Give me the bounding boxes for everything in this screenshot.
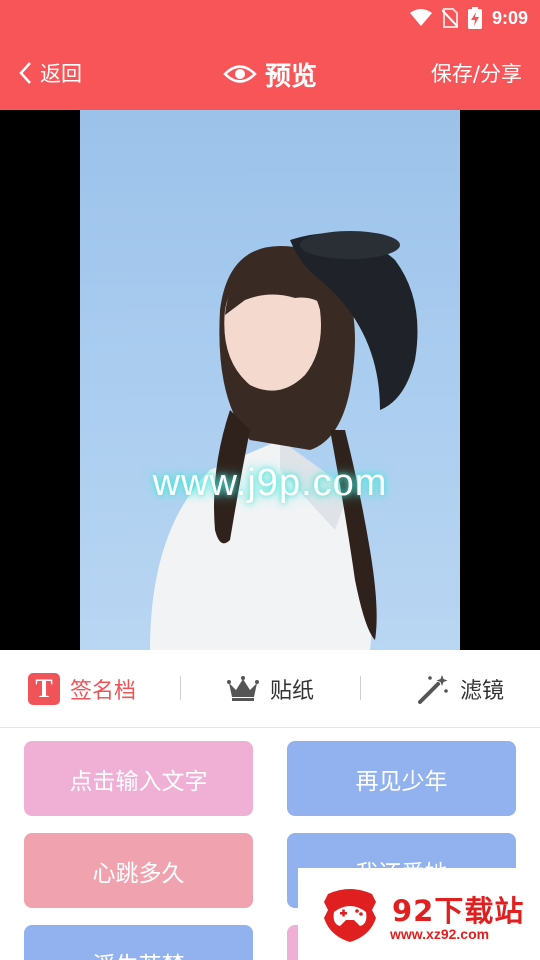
tab-filters-label: 滤镜: [460, 679, 505, 704]
back-button[interactable]: 返回: [18, 54, 82, 92]
watermark-text: www.j9p.com: [152, 462, 388, 504]
template-button[interactable]: 心跳多久: [24, 833, 253, 908]
site-url: www.xz92.com: [390, 926, 490, 942]
no-sim-icon: [441, 8, 458, 28]
tab-stickers[interactable]: 贴纸: [226, 670, 314, 708]
tab-filters[interactable]: 滤镜: [416, 670, 504, 708]
status-bar: 9:09: [0, 0, 540, 36]
tab-divider: [360, 676, 361, 700]
status-icons: 9:09: [409, 6, 528, 30]
tab-signature[interactable]: T 签名档: [28, 670, 136, 708]
gamepad-logo-icon: [324, 889, 376, 942]
wifi-icon: [409, 9, 432, 26]
template-button[interactable]: 点击输入文字: [24, 741, 253, 816]
eye-icon: [223, 65, 257, 83]
status-time: 9:09: [491, 7, 528, 28]
page-title-text: 预览: [264, 61, 317, 92]
text-icon: T: [28, 673, 60, 705]
template-button[interactable]: 浮生若梦: [24, 925, 253, 960]
tab-divider: [180, 676, 181, 700]
template-button[interactable]: 再见少年: [287, 741, 516, 816]
preview-photo: www.j9p.com: [80, 110, 460, 650]
save-share-button[interactable]: 保存/分享: [431, 54, 522, 92]
tab-stickers-label: 贴纸: [270, 679, 315, 704]
back-label: 返回: [40, 62, 82, 86]
photo-illustration: [150, 231, 418, 650]
crown-icon: [227, 676, 259, 701]
site-name: 92下载站: [392, 894, 525, 928]
app-bar: 返回 预览 保存/分享: [0, 36, 540, 110]
tool-tab-bar: T 签名档 贴纸 滤镜: [0, 650, 540, 728]
site-logo: 92下载站 www.xz92.com: [298, 868, 540, 960]
tab-signature-label: 签名档: [70, 679, 137, 704]
preview-area: www.j9p.com: [0, 110, 540, 650]
battery-charging-icon: [467, 7, 482, 29]
magic-wand-icon: [418, 675, 448, 704]
chevron-left-icon: [19, 62, 31, 84]
